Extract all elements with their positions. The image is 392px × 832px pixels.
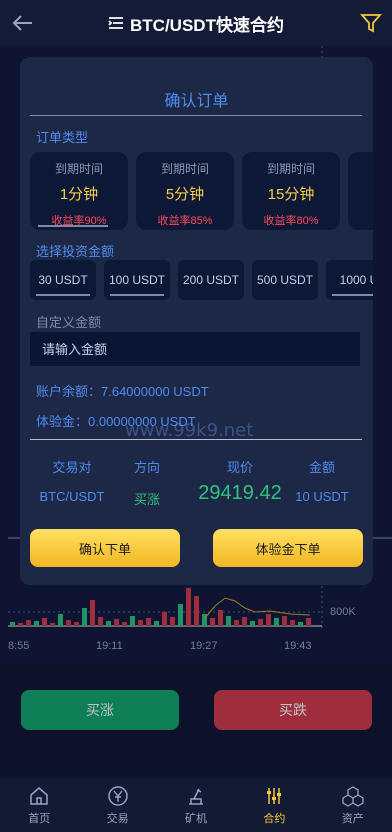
modal-title: 确认订单 xyxy=(164,93,229,110)
amount-selector: 30 USDT 100 USDT 200 USDT 500 USDT 1000 … xyxy=(30,260,373,300)
period-option-1min[interactable]: 到期时间 1分钟 收益率90% xyxy=(30,152,128,230)
period-selector: 到期时间 1分钟 收益率90% 到期时间 5分钟 收益率85% 到期时间 15分… xyxy=(30,152,373,232)
tab-label: 矿机 xyxy=(184,812,207,825)
amount-option[interactable]: 30 USDT xyxy=(30,260,96,300)
amount-text: 1000 U xyxy=(339,273,373,287)
contract-sliders-icon xyxy=(267,787,282,804)
direction-header: 方向 xyxy=(133,460,160,475)
tab-label: 首页 xyxy=(28,812,51,825)
period-caption: 到期时间 xyxy=(54,162,103,176)
amount-value: 10 USDT xyxy=(295,489,349,504)
period-option-15min[interactable]: 到期时间 15分钟 收益率80% xyxy=(242,152,340,230)
custom-amount-label: 自定义金额 xyxy=(36,315,102,330)
period-caption: 到期时间 xyxy=(160,162,209,176)
amount-text: 500 USDT xyxy=(256,273,314,287)
period-rate: 收益率80% xyxy=(263,215,319,227)
confirm-order-button[interactable]: 确认下单 xyxy=(30,529,180,567)
amount-option[interactable]: 500 USDT xyxy=(252,260,318,300)
period-option-5min[interactable]: 到期时间 5分钟 收益率85% xyxy=(136,152,234,230)
home-icon xyxy=(30,786,48,805)
tab-label: 资产 xyxy=(341,812,364,825)
amount-option[interactable]: 100 USDT xyxy=(104,260,170,300)
selected-indicator xyxy=(36,294,90,296)
tab-label: 交易 xyxy=(106,812,129,825)
top-bar: BTC/USDT快速合约 xyxy=(0,0,392,46)
title-group: BTC/USDT快速合约 xyxy=(108,11,284,36)
amount-text: 100 USDT xyxy=(108,273,166,287)
amount-header: 金额 xyxy=(308,460,335,475)
period-rate: 收益率85% xyxy=(157,215,213,227)
order-type-label: 订单类型 xyxy=(36,130,89,145)
selected-indicator xyxy=(332,294,373,296)
trial-order-button[interactable]: 体验金下单 xyxy=(213,529,363,567)
cubes-icon xyxy=(342,785,364,807)
period-option-more[interactable] xyxy=(348,152,373,230)
filter-icon[interactable] xyxy=(360,12,382,34)
custom-amount-input[interactable] xyxy=(30,332,360,366)
amount-option[interactable]: 200 USDT xyxy=(178,260,244,300)
direction-value: 买涨 xyxy=(133,492,160,507)
period-value: 5分钟 xyxy=(165,186,205,203)
tab-label: 合约 xyxy=(263,812,286,825)
tab-mining[interactable]: 矿机 xyxy=(166,785,226,826)
title-divider xyxy=(30,115,362,116)
confirm-order-modal: 确认订单 订单类型 到期时间 1分钟 收益率90% 到期时间 5分钟 收益率85… xyxy=(20,57,373,585)
period-value: 1分钟 xyxy=(59,186,99,203)
period-value: 15分钟 xyxy=(267,186,315,203)
page-title: BTC/USDT快速合约 xyxy=(130,15,284,35)
period-caption: 到期时间 xyxy=(266,162,315,176)
list-icon xyxy=(108,17,124,29)
watermark-text: www.99k9.net xyxy=(125,420,254,441)
tab-trade[interactable]: 交易 xyxy=(88,785,148,826)
bottom-tab-bar: 首页 交易 矿机 合约 资产 xyxy=(0,778,392,832)
amount-label: 选择投资金额 xyxy=(36,244,115,259)
amount-text: 200 USDT xyxy=(182,273,240,287)
tab-assets[interactable]: 资产 xyxy=(323,785,383,826)
mining-machine-icon xyxy=(188,788,203,805)
tab-home[interactable]: 首页 xyxy=(9,785,69,826)
amount-text: 30 USDT xyxy=(38,273,88,287)
amount-option[interactable]: 1000 U xyxy=(326,260,373,300)
yen-coin-icon xyxy=(107,785,128,806)
selected-indicator xyxy=(110,294,164,296)
selected-indicator xyxy=(38,225,108,227)
account-balance: 账户余额：7.64000000 USDT xyxy=(36,384,209,399)
tab-contract[interactable]: 合约 xyxy=(244,785,304,826)
back-arrow-icon[interactable] xyxy=(10,10,36,36)
